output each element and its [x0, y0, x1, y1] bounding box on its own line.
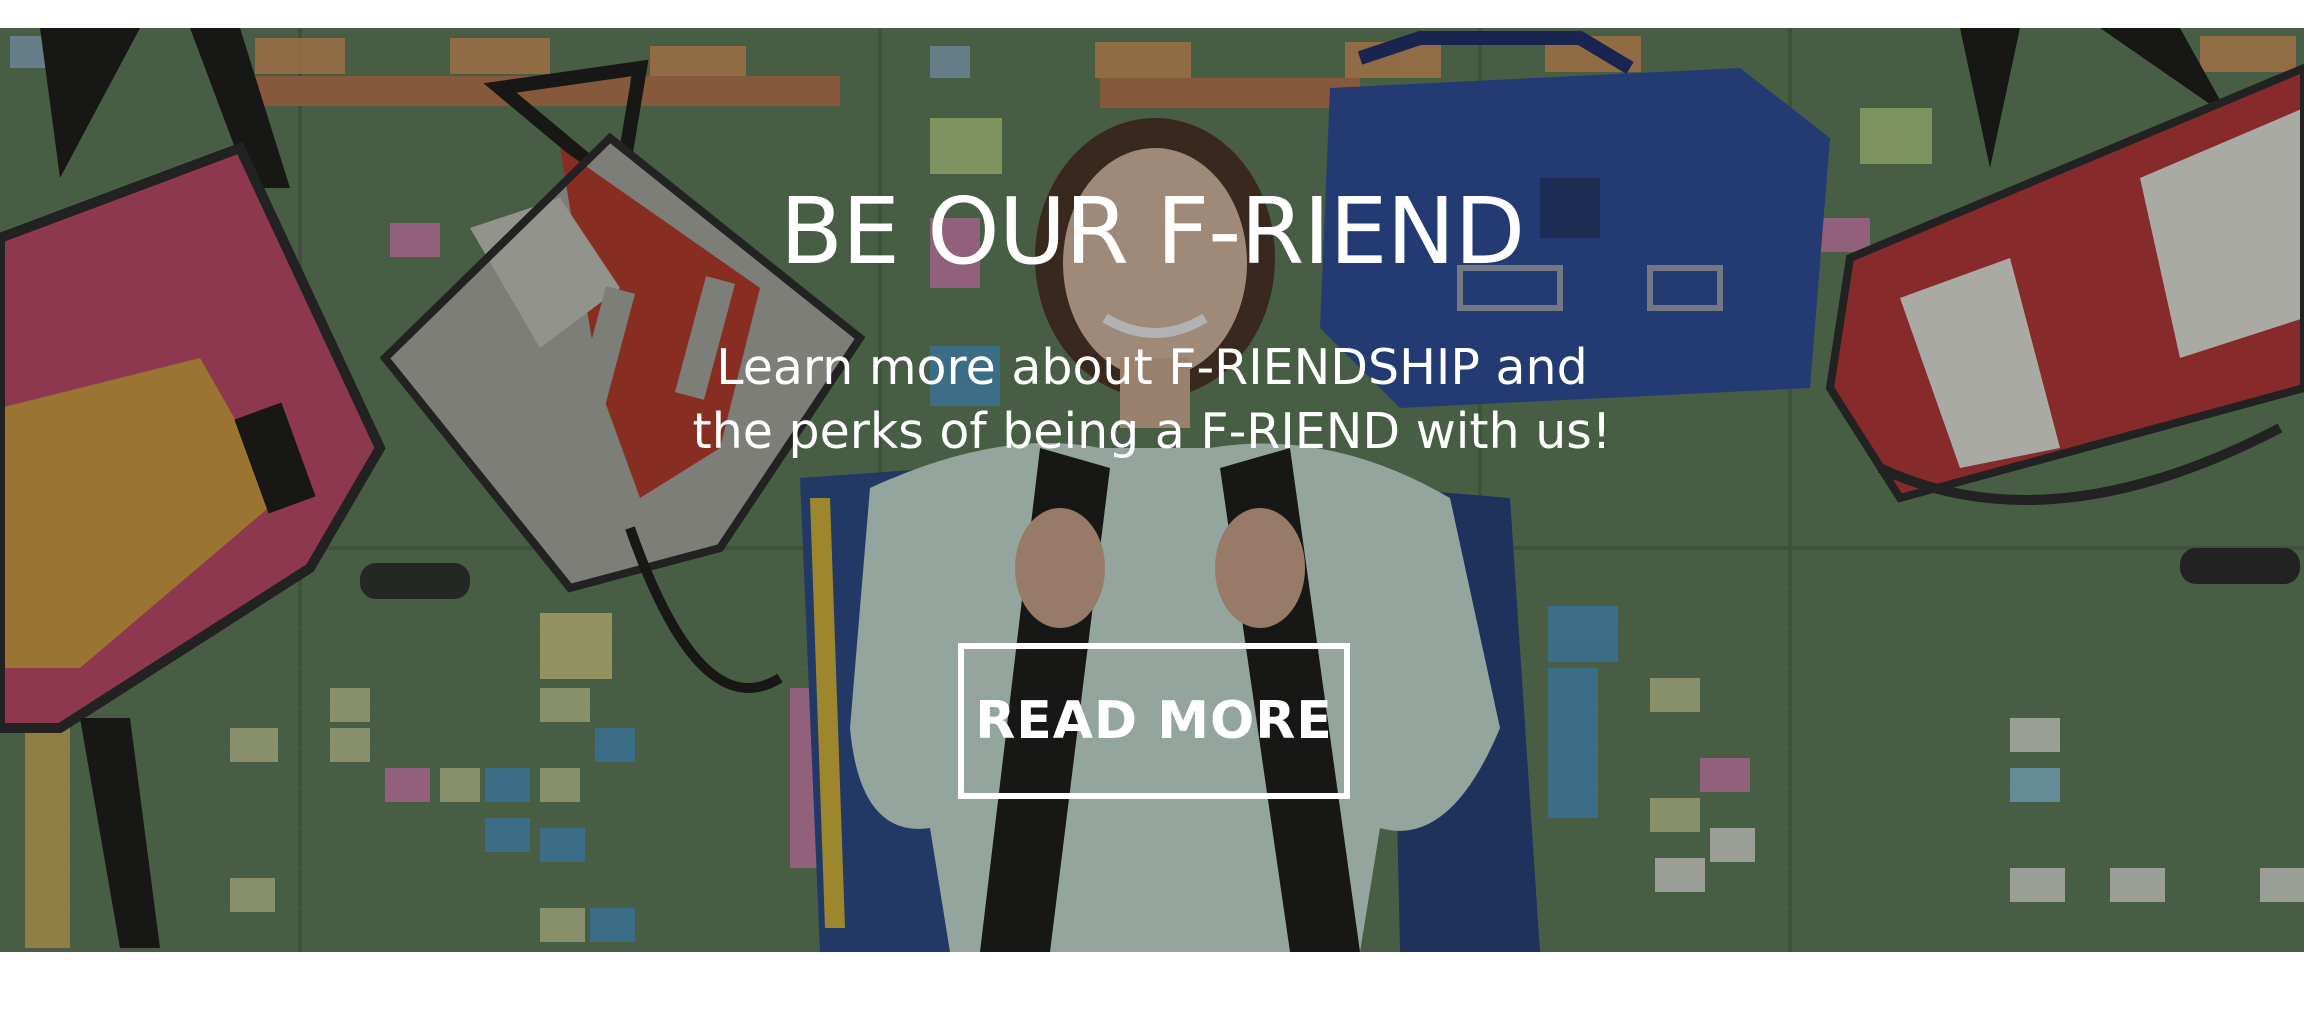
- read-more-button-label: READ MORE: [975, 691, 1333, 751]
- read-more-button[interactable]: READ MORE: [958, 643, 1350, 799]
- hero-banner: BE OUR F-RIEND Learn more about F-RIENDS…: [0, 28, 2304, 952]
- hero-subtitle-line-1: Learn more about F-RIENDSHIP and: [716, 339, 1588, 396]
- hero-subtitle-line-2: the perks of being a F-RIEND with us!: [692, 403, 1612, 460]
- hero-subtitle: Learn more about F-RIENDSHIP and the per…: [0, 336, 2304, 464]
- page-bottom-area: [0, 952, 2304, 1035]
- hero-title: BE OUR F-RIEND: [779, 178, 1525, 285]
- hero-dark-overlay: [0, 28, 2304, 952]
